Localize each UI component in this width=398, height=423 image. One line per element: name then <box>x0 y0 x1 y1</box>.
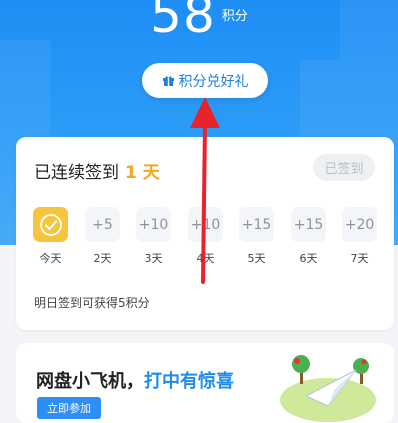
day-item-3: +10 3天 <box>136 207 171 266</box>
day-item-7: +20 7天 <box>342 207 377 266</box>
day-reward: +10 <box>188 207 223 242</box>
points-value: 58 <box>150 0 216 44</box>
paper-plane-illustration <box>280 355 376 422</box>
promo-title-main: 网盘小飞机， <box>36 371 144 392</box>
join-button[interactable]: 立即参加 <box>37 397 101 419</box>
day-label: 2天 <box>93 252 112 265</box>
tomorrow-tip: 明日签到可获得5积分 <box>34 296 150 310</box>
day-reward: +10 <box>136 207 171 242</box>
day-label: 5天 <box>247 252 266 265</box>
day-label: 6天 <box>299 252 318 265</box>
promo-title: 网盘小飞机，打中有惊喜 <box>36 367 234 393</box>
day-reward: +5 <box>85 207 120 242</box>
promo-card[interactable]: 网盘小飞机，打中有惊喜 立即参加 <box>16 343 394 423</box>
points-unit: 积分 <box>221 9 248 24</box>
day-item-today: 今天 <box>33 207 68 266</box>
day-reward: +20 <box>342 207 377 242</box>
day-item-4: +10 4天 <box>188 207 223 266</box>
day-label: 4天 <box>196 252 215 265</box>
day-label: 今天 <box>39 252 62 265</box>
day-item-5: +15 5天 <box>239 207 274 266</box>
redeem-gifts-button[interactable]: 积分兑好礼 <box>142 63 268 98</box>
streak-title: 已连续签到 1 天 <box>34 158 160 183</box>
gift-icon <box>162 74 175 87</box>
signed-button[interactable]: 已签到 <box>313 154 375 181</box>
day-box-today <box>33 207 68 242</box>
streak-days: 1 天 <box>125 163 160 183</box>
day-reward: +15 <box>291 207 326 242</box>
promo-title-highlight: 打中有惊喜 <box>144 371 234 392</box>
check-circle-icon <box>39 213 62 236</box>
day-label: 3天 <box>144 252 163 265</box>
streak-title-prefix: 已连续签到 <box>34 163 119 183</box>
day-reward: +15 <box>239 207 274 242</box>
points-balance: 58 积分 <box>0 0 398 44</box>
signin-card: 已连续签到 1 天 已签到 今天 +5 2天 +10 3天 +10 4天 +15 … <box>16 137 394 330</box>
day-label: 7天 <box>350 252 369 265</box>
redeem-gifts-label: 积分兑好礼 <box>178 73 249 90</box>
day-item-2: +5 2天 <box>85 207 120 266</box>
day-item-6: +15 6天 <box>291 207 326 266</box>
